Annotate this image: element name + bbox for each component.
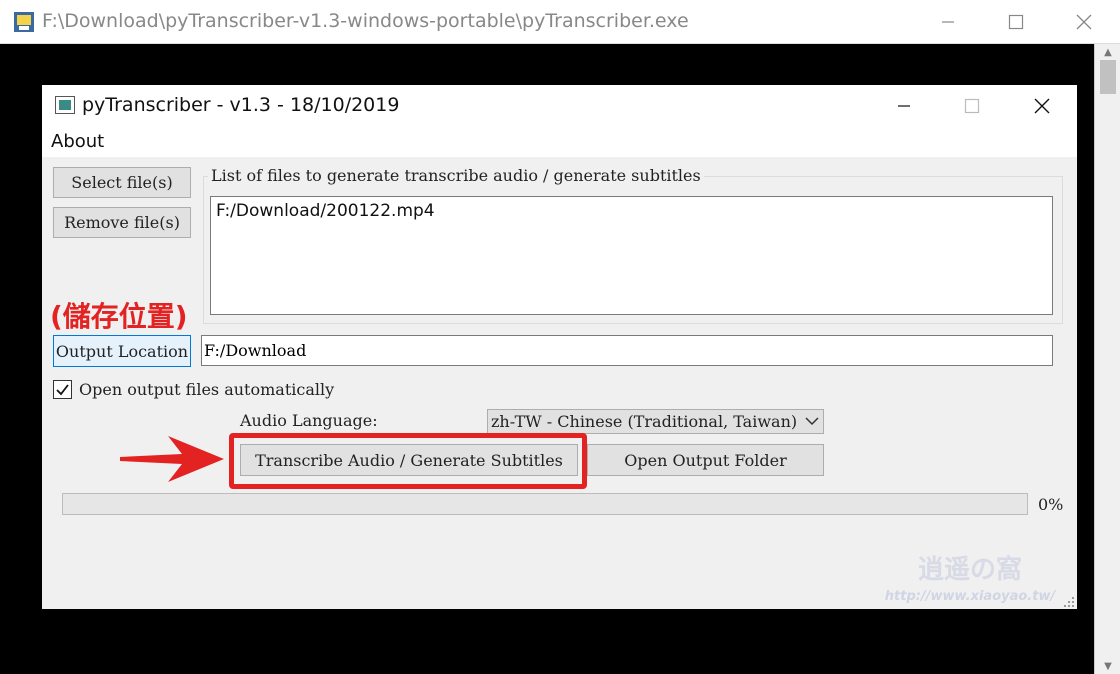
- maximize-icon: [964, 98, 980, 114]
- python-app-icon: [14, 12, 34, 32]
- watermark-url: http://www.xiaoyao.tw/: [885, 589, 1057, 604]
- progress-percentage: 0%: [1038, 495, 1064, 514]
- highlight-box: [229, 433, 587, 489]
- close-icon: [1034, 98, 1050, 114]
- outer-window-title: F:\Download\pyTranscriber-v1.3-windows-p…: [42, 10, 689, 32]
- outer-maximize-button[interactable]: [982, 0, 1050, 44]
- app-maximize-button: [938, 85, 1006, 127]
- app-close-button[interactable]: [1008, 85, 1076, 127]
- app-icon-inner: [59, 100, 71, 110]
- red-arrow-icon: [120, 436, 224, 482]
- minimize-icon: [898, 105, 910, 107]
- minimize-icon: [942, 21, 954, 23]
- outer-minimize-button[interactable]: [914, 0, 982, 44]
- resize-grip-icon[interactable]: [1063, 596, 1075, 608]
- open-automatically-label: Open output files automatically: [79, 380, 335, 399]
- progress-bar: [62, 493, 1028, 515]
- scrollbar-thumb[interactable]: [1100, 60, 1116, 94]
- svg-text:逍遥の窩: 逍遥の窩: [918, 554, 1022, 585]
- app-window-title: pyTranscriber - v1.3 - 18/10/2019: [82, 94, 400, 116]
- remove-files-button[interactable]: Remove file(s): [53, 207, 191, 238]
- audio-language-select[interactable]: zh-TW - Chinese (Traditional, Taiwan): [487, 409, 824, 434]
- chevron-down-icon[interactable]: [802, 411, 822, 431]
- maximize-icon: [1008, 14, 1024, 30]
- output-path-field[interactable]: F:/Download: [201, 335, 1053, 366]
- list-item[interactable]: F:/Download/200122.mp4: [216, 201, 435, 221]
- menu-bar: [42, 127, 1077, 157]
- storage-location-annotation: (儲存位置): [50, 300, 188, 333]
- select-files-button[interactable]: Select file(s): [53, 167, 191, 198]
- menu-about[interactable]: About: [51, 131, 104, 152]
- checkmark-icon: [56, 384, 69, 396]
- output-location-button[interactable]: Output Location: [53, 335, 191, 367]
- app-minimize-button[interactable]: [870, 85, 938, 127]
- scroll-down-icon[interactable]: ▼: [1095, 658, 1120, 674]
- outer-close-button[interactable]: [1050, 0, 1118, 44]
- scroll-up-icon[interactable]: ▲: [1095, 44, 1120, 60]
- console-scrollbar[interactable]: ▲ ▼: [1094, 44, 1120, 674]
- open-output-folder-button[interactable]: Open Output Folder: [587, 444, 824, 476]
- file-list-group-label: List of files to generate transcribe aud…: [208, 166, 704, 185]
- close-icon: [1076, 14, 1092, 30]
- open-automatically-checkbox[interactable]: [53, 380, 72, 399]
- watermark-logo: 逍遥の窩 http://www.xiaoyao.tw/: [885, 554, 1057, 604]
- audio-language-label: Audio Language:: [240, 411, 378, 430]
